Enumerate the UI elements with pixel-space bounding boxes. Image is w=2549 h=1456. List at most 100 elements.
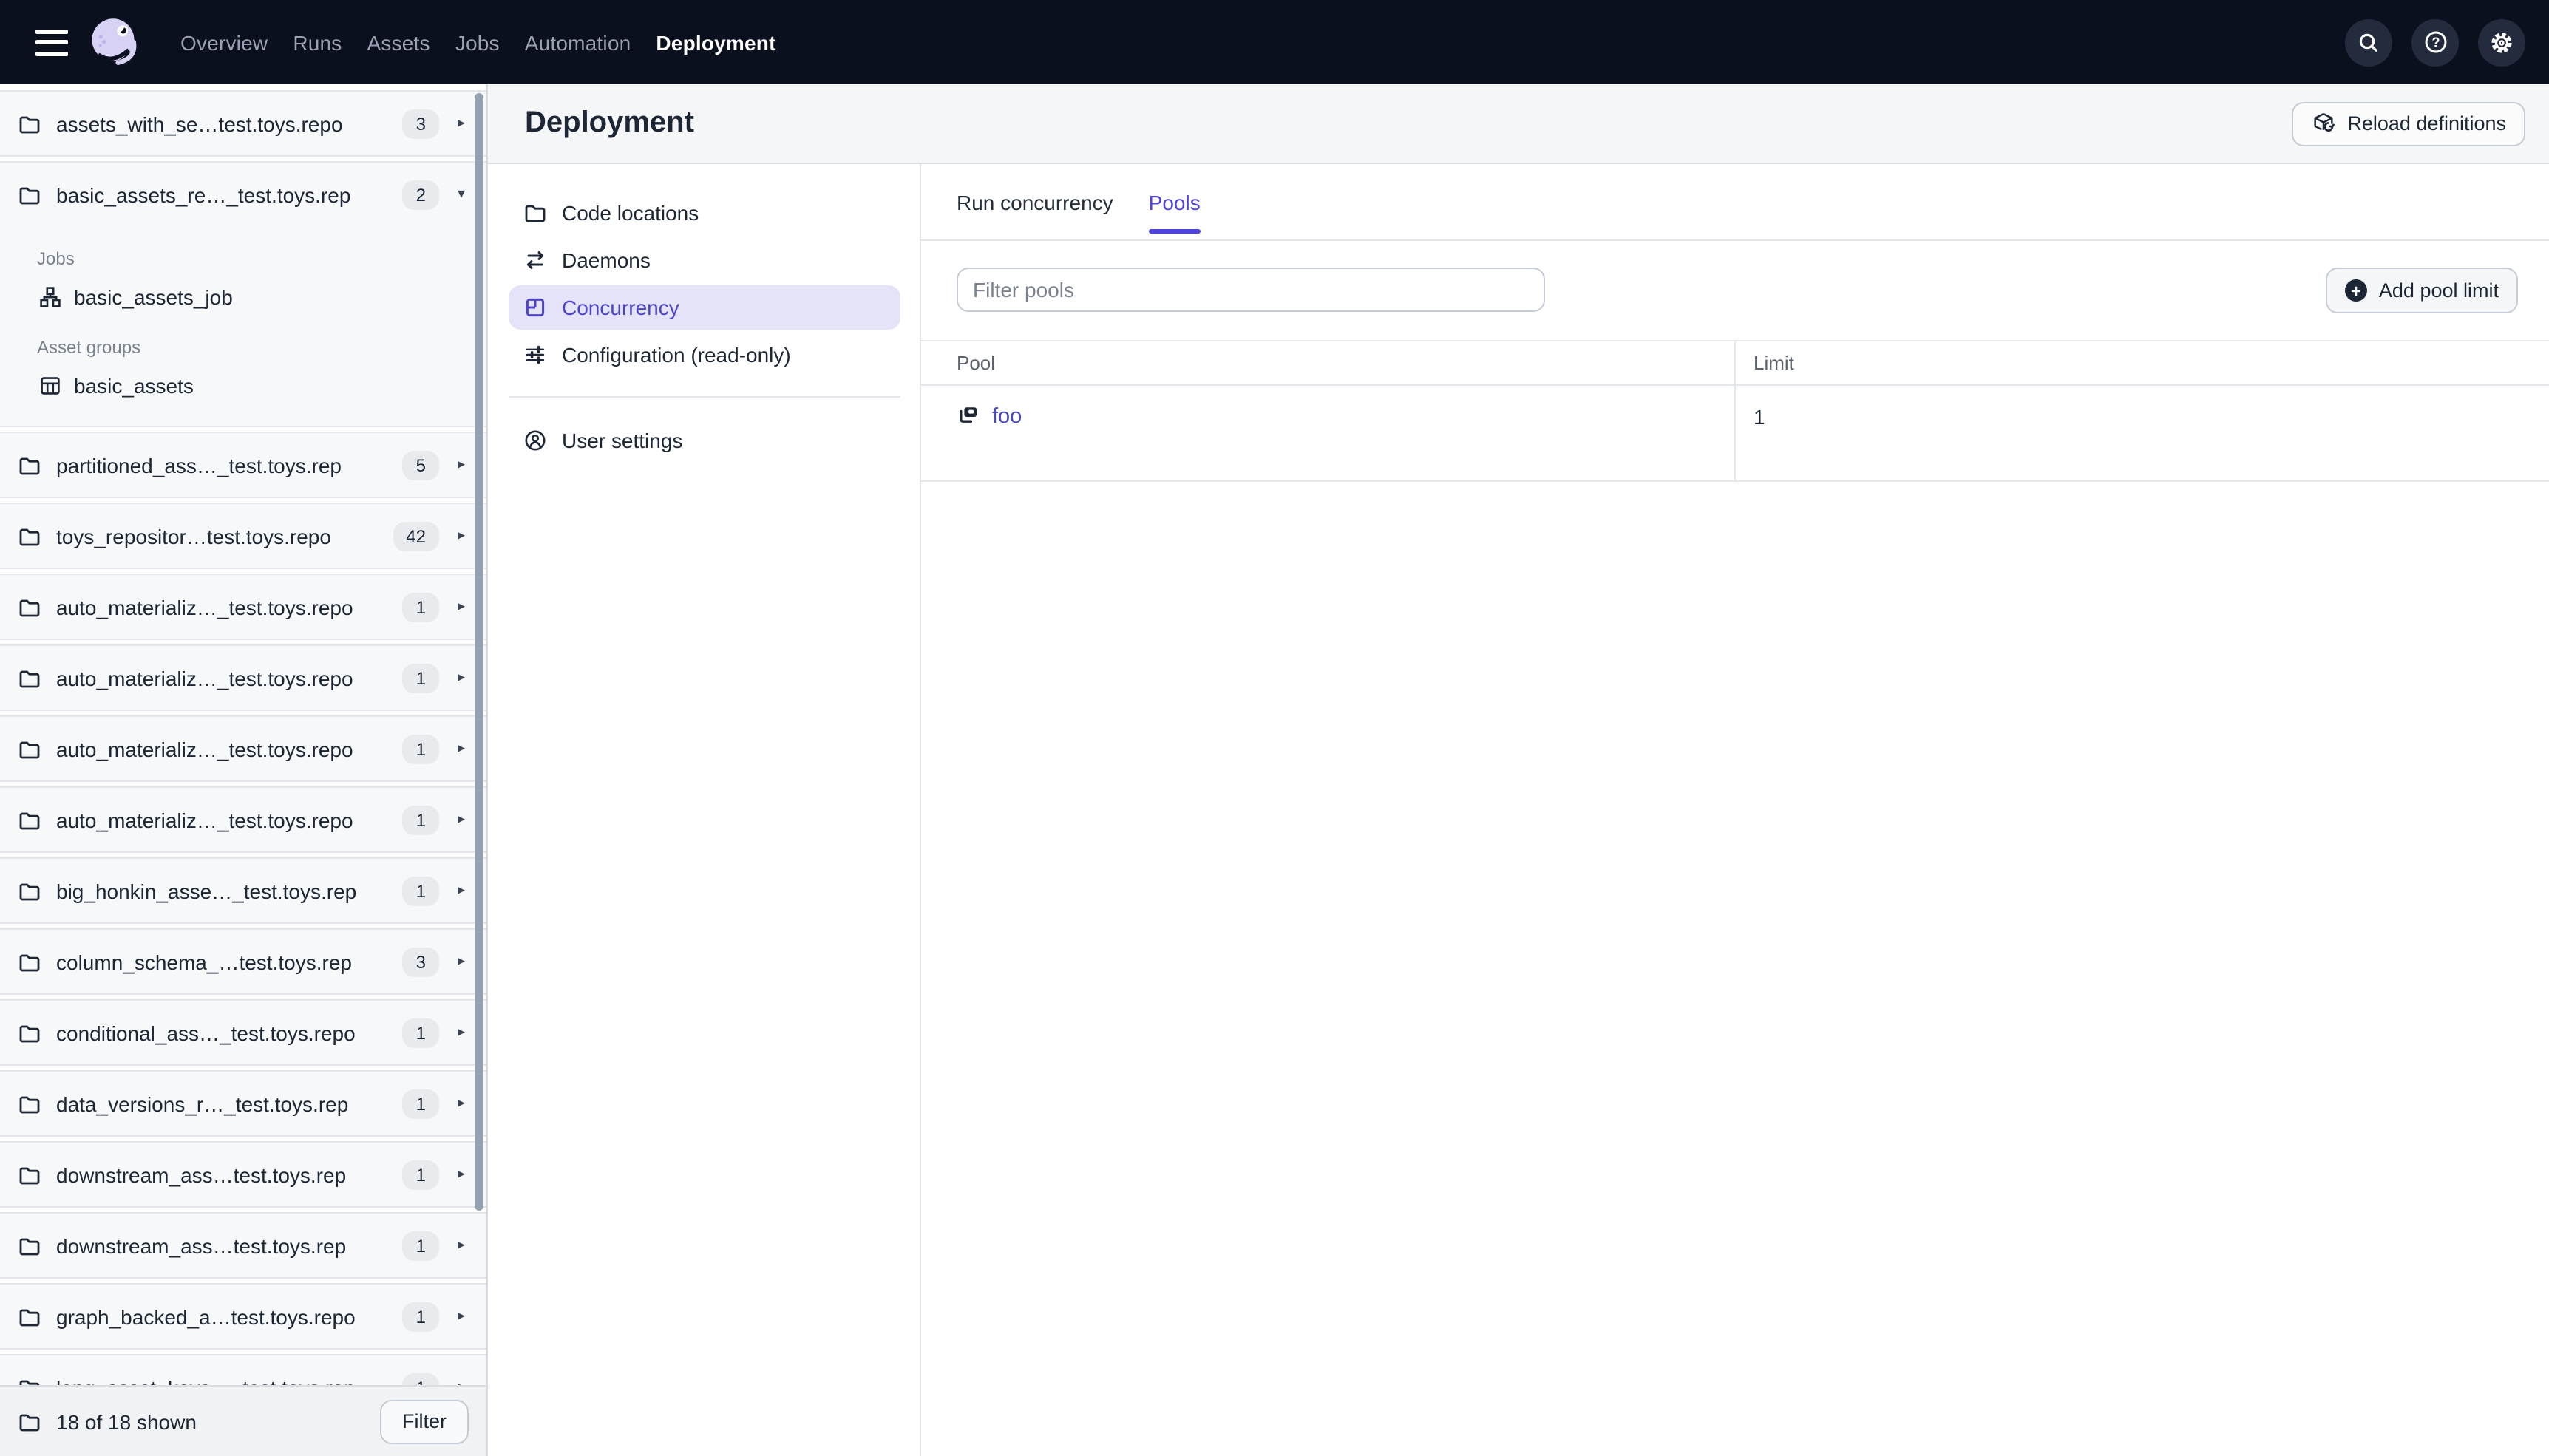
snav-label: User settings (562, 429, 683, 452)
sidebar-repo-item[interactable]: auto_materializ…_test.toys.repo 1 ▸ (0, 717, 486, 780)
snav-daemons[interactable]: Daemons (509, 238, 900, 282)
asset-group-icon (38, 374, 62, 398)
svg-text:?: ? (2431, 35, 2439, 50)
repo-label: toys_repositor…test.toys.repo (56, 524, 331, 548)
chevron-right-icon[interactable]: ▸ (445, 1308, 478, 1324)
pools-toolbar: + Add pool limit (921, 268, 2549, 313)
reload-definitions-button[interactable]: Reload definitions (2291, 101, 2525, 146)
folder-icon (18, 1234, 41, 1257)
pools-table: Pool Limit foo 1 (921, 340, 2549, 482)
sidebar-repo-item[interactable]: basic_assets_re…_test.toys.rep 2 ▾ (0, 163, 486, 226)
repo-label: auto_materializ…_test.toys.repo (56, 808, 353, 831)
folder-icon (18, 453, 41, 477)
settings-button[interactable] (2478, 18, 2525, 66)
repo-label: graph_backed_a…test.toys.repo (56, 1304, 356, 1328)
sidebar-repo-item[interactable]: long_asset_keys…_test.toys.rep 1 ▸ (0, 1355, 486, 1385)
sidebar-item-asset-group[interactable]: basic_assets (0, 365, 486, 406)
folder-icon (18, 950, 41, 973)
nav-deployment[interactable]: Deployment (656, 30, 775, 54)
repo-count-badge: 1 (402, 734, 439, 763)
sidebar-repo-item[interactable]: partitioned_ass…_test.toys.rep 5 ▸ (0, 433, 486, 497)
repo-label: long_asset_keys…_test.toys.rep (56, 1375, 391, 1385)
sliders-icon (523, 343, 547, 367)
snav-label: Code locations (562, 201, 699, 225)
repo-list: assets_with_se…test.toys.repo 3 ▸ basic_ass… (0, 84, 486, 1385)
snav-concurrency[interactable]: Concurrency (509, 285, 900, 330)
column-header-pool: Pool (921, 341, 1734, 386)
sidebar-repo-item[interactable]: graph_backed_a…test.toys.repo 1 ▸ (0, 1285, 486, 1348)
snav-code-locations[interactable]: Code locations (509, 191, 900, 235)
filter-button[interactable]: Filter (380, 1399, 469, 1443)
sidebar-repo-item[interactable]: big_honkin_asse…_test.toys.rep 1 ▸ (0, 859, 486, 922)
sidebar-repo-item[interactable]: toys_repositor…test.toys.repo 42 ▸ (0, 504, 486, 568)
sidebar-repo-card: assets_with_se…test.toys.repo 3 ▸ (0, 90, 486, 157)
repo-count-badge: 42 (393, 521, 439, 551)
help-button[interactable]: ? (2411, 18, 2459, 66)
sidebar-scrollbar[interactable] (475, 93, 483, 1211)
sidebar-repo-item[interactable]: column_schema_…test.toys.rep 3 ▸ (0, 930, 486, 993)
repo-count-badge: 1 (402, 805, 439, 834)
tab-run-concurrency[interactable]: Run concurrency (957, 164, 1113, 239)
sidebar-repo-card: data_versions_r…_test.toys.rep 1 ▸ (0, 1070, 486, 1137)
chevron-right-icon[interactable]: ▸ (445, 953, 478, 970)
sidebar-repo-item[interactable]: downstream_ass…test.toys.rep 1 ▸ (0, 1214, 486, 1277)
tab-pools[interactable]: Pools (1148, 164, 1201, 239)
repo-count-summary: 18 of 18 shown (56, 1409, 197, 1433)
sidebar-repo-card: basic_assets_re…_test.toys.rep 2 ▾ Jobs basi… (0, 161, 486, 427)
chevron-right-icon[interactable]: ▸ (445, 115, 478, 132)
sidebar-repo-item[interactable]: assets_with_se…test.toys.repo 3 ▸ (0, 92, 486, 155)
chevron-right-icon[interactable]: ▸ (445, 599, 478, 615)
sidebar-repo-item[interactable]: downstream_ass…test.toys.rep 1 ▸ (0, 1143, 486, 1206)
pool-link-foo[interactable]: foo (992, 405, 1022, 429)
dagster-logo[interactable] (86, 14, 142, 70)
layers-icon (957, 404, 980, 427)
chevron-right-icon[interactable]: ▸ (445, 1237, 478, 1253)
filter-pools-input[interactable] (957, 268, 1545, 312)
chevron-down-icon[interactable]: ▾ (445, 186, 478, 203)
menu-icon[interactable] (33, 27, 71, 57)
sidebar-repo-card: conditional_ass…_test.toys.repo 1 ▸ (0, 999, 486, 1066)
nav-assets[interactable]: Assets (367, 30, 430, 54)
sidebar-footer: 18 of 18 shown Filter (0, 1385, 486, 1456)
chevron-right-icon[interactable]: ▸ (445, 1095, 478, 1112)
repo-count-badge: 1 (402, 1160, 439, 1189)
sidebar-repo-card: downstream_ass…test.toys.rep 1 ▸ (0, 1212, 486, 1279)
repo-label: big_honkin_asse…_test.toys.rep (56, 879, 357, 902)
snav-configuration[interactable]: Configuration (read-only) (509, 333, 900, 377)
search-button[interactable] (2345, 18, 2392, 66)
sidebar-repo-item[interactable]: conditional_ass…_test.toys.repo 1 ▸ (0, 1001, 486, 1064)
snav-user-settings[interactable]: User settings (509, 418, 900, 463)
chevron-right-icon[interactable]: ▸ (445, 882, 478, 899)
chevron-right-icon[interactable]: ▸ (445, 1024, 478, 1041)
sidebar-item-job[interactable]: basic_assets_job (0, 276, 486, 318)
sidebar-repo-card: column_schema_…test.toys.rep 3 ▸ (0, 928, 486, 995)
repo-count-badge: 1 (402, 876, 439, 905)
chevron-right-icon[interactable]: ▸ (445, 528, 478, 544)
gear-icon (2491, 32, 2512, 52)
chevron-right-icon[interactable]: ▸ (445, 1166, 478, 1183)
sidebar-repo-item[interactable]: auto_materializ…_test.toys.repo 1 ▸ (0, 575, 486, 639)
chevron-right-icon[interactable]: ▸ (445, 1379, 478, 1385)
folder-icon (18, 1304, 41, 1328)
sidebar-repo-item[interactable]: auto_materializ…_test.toys.repo 1 ▸ (0, 788, 486, 851)
folder-icon (18, 1092, 41, 1115)
nav-jobs[interactable]: Jobs (455, 30, 500, 54)
page-header: Deployment Reload definitions (488, 84, 2549, 164)
chevron-right-icon[interactable]: ▸ (445, 812, 478, 828)
repo-count-badge: 1 (402, 1231, 439, 1260)
table-row-limit-cell: 1 (1734, 386, 2549, 482)
sidebar-repo-item[interactable]: data_versions_r…_test.toys.rep 1 ▸ (0, 1072, 486, 1135)
nav-runs[interactable]: Runs (293, 30, 342, 54)
repo-label: auto_materializ…_test.toys.repo (56, 666, 353, 690)
repo-count-badge: 1 (402, 1302, 439, 1331)
nav-automation[interactable]: Automation (525, 30, 631, 54)
nav-overview[interactable]: Overview (180, 30, 268, 54)
chevron-right-icon[interactable]: ▸ (445, 741, 478, 757)
chevron-right-icon[interactable]: ▸ (445, 457, 478, 473)
sidebar-repo-item[interactable]: auto_materializ…_test.toys.repo 1 ▸ (0, 646, 486, 710)
chevron-right-icon[interactable]: ▸ (445, 670, 478, 686)
add-pool-limit-label: Add pool limit (2378, 279, 2499, 302)
add-pool-limit-button[interactable]: + Add pool limit (2325, 268, 2518, 313)
repo-count-badge: 3 (402, 947, 439, 976)
user-icon (523, 429, 547, 452)
